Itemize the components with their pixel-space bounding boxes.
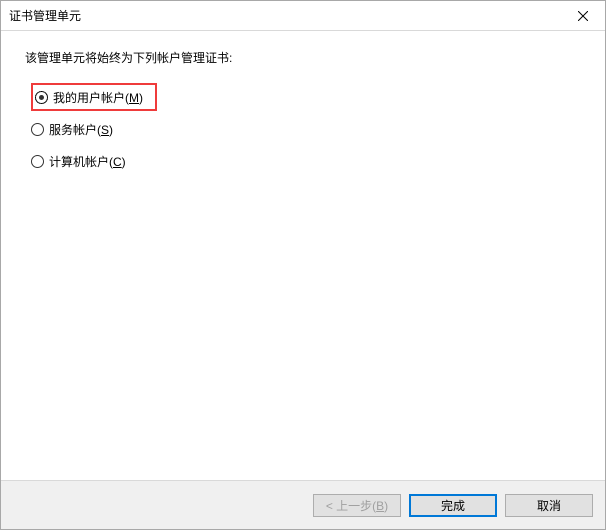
- dialog-window: 证书管理单元 该管理单元将始终为下列帐户管理证书: 我的用户帐户(M) 服务帐户…: [0, 0, 606, 530]
- button-bar: < 上一步(B) 完成 取消: [1, 480, 605, 529]
- option-row-computer: 计算机帐户(C): [31, 148, 581, 174]
- back-button[interactable]: < 上一步(B): [313, 494, 401, 517]
- option-row-user: 我的用户帐户(M): [31, 84, 581, 110]
- prompt-text: 该管理单元将始终为下列帐户管理证书:: [25, 49, 581, 66]
- cancel-button[interactable]: 取消: [505, 494, 593, 517]
- titlebar: 证书管理单元: [1, 1, 605, 31]
- option-row-service: 服务帐户(S): [31, 116, 581, 142]
- radio-service-label: 服务帐户(S): [49, 121, 113, 138]
- radio-user[interactable]: [35, 91, 48, 104]
- radio-service[interactable]: [31, 123, 44, 136]
- highlight-box: 我的用户帐户(M): [31, 83, 157, 111]
- radio-computer[interactable]: [31, 155, 44, 168]
- finish-button[interactable]: 完成: [409, 494, 497, 517]
- content-area: 该管理单元将始终为下列帐户管理证书: 我的用户帐户(M) 服务帐户(S) 计算机…: [1, 31, 605, 480]
- options-group: 我的用户帐户(M) 服务帐户(S) 计算机帐户(C): [31, 84, 581, 174]
- close-icon: [578, 11, 588, 21]
- radio-computer-label: 计算机帐户(C): [49, 153, 126, 170]
- window-title: 证书管理单元: [9, 7, 560, 24]
- radio-user-label: 我的用户帐户(M): [53, 89, 143, 106]
- close-button[interactable]: [560, 1, 605, 31]
